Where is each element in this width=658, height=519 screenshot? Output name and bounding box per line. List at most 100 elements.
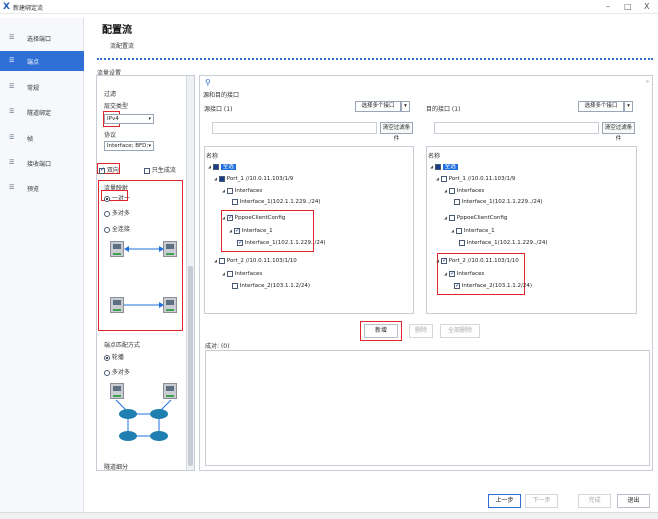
add-button[interactable]: 新增 [364,324,398,338]
divider [97,58,653,60]
checkbox-icon [219,257,225,264]
checkbox-checked-icon [227,213,233,222]
l3-type-select[interactable]: IPv4 ▾ [104,114,154,124]
device-icon [163,383,177,399]
chevron-down-icon: ▾ [627,103,630,109]
radio-icon [104,226,110,233]
checkbox-icon [232,198,238,205]
minimize-button[interactable]: – [606,2,610,11]
prev-button[interactable]: 上一步 [488,494,521,508]
sidebar-item-select-port[interactable]: ☰ 选择端口 [0,28,84,48]
pairs-count: (0) [220,343,230,350]
collapse-icon[interactable]: » [646,79,649,85]
endpoint-many-to-many-radio[interactable]: 多对多 [104,367,130,376]
next-button[interactable]: 下一步 [525,494,558,508]
menu-icon: ☰ [9,108,15,115]
network-icon: ⚲ [205,78,211,87]
mapping-full-mesh-radio[interactable]: 全连接 [104,224,130,233]
endpoint-match-title: 端点匹配方式 [104,342,141,349]
checkbox-checked-icon [234,226,240,235]
only-generate-checkbox[interactable]: 只生成流 [144,165,176,174]
checkbox-checked-icon [449,269,455,278]
finish-button[interactable]: 完成 [578,494,611,508]
dest-filter-input[interactable] [434,122,599,134]
dest-multi-select-button[interactable]: 选择多个接口 [578,101,624,112]
source-tree-interfaces[interactable]: ◢ Interfaces [222,186,262,195]
menu-icon: ☰ [9,83,15,90]
sidebar-item-preview[interactable]: ☰ 预览 [0,178,84,198]
dest-tree-pppoe-interface1-addr[interactable]: Interface_1(102.1.1.229../24) [459,239,548,248]
source-tree-pppoe[interactable]: ◢ PppoeClientConfig [222,213,285,222]
source-select-all[interactable]: ◢ 全选 [208,162,236,171]
dest-clear-filter-button[interactable]: 清空过滤条件 [602,122,635,142]
chevron-down-icon: ▾ [148,143,151,149]
mapping-many-to-many-radio[interactable]: 多对多 [104,208,130,217]
title-bar [0,0,658,14]
chevron-down-icon: ▾ [148,116,151,122]
l3-type-label: 层交类型 [104,103,129,110]
protocol-select[interactable]: Interface; BFD; ▾ [104,141,154,151]
source-multi-select-button[interactable]: 选择多个接口 [355,101,401,112]
source-interfaces-label: 源接口 (1) [204,106,233,113]
exit-button[interactable]: 退出 [617,494,650,508]
dest-tree-interface1[interactable]: Interface_1(102.1.1.229../24) [454,198,543,207]
checkbox-icon [227,270,233,277]
sidebar-item-rx-port[interactable]: ☰ 接收端口 [0,153,84,173]
chevron-down-icon: ▾ [404,103,407,109]
mapping-one-to-one-radio[interactable]: 一对一 [104,193,130,202]
left-panel-scrollbar[interactable] [186,76,194,470]
source-tree-port2-interfaces[interactable]: ◢ Interfaces [222,269,262,278]
checkbox-icon [232,282,238,289]
endpoint-roundrobin-radio[interactable]: 轮播 [104,352,124,361]
dest-tree-port2[interactable]: ◢ Port_2 //10.0.11.103/1/10 [436,256,519,265]
filter-title: 过滤 [104,91,117,98]
source-tree-interface2[interactable]: Interface_2(103.1.1.2/24) [232,282,310,291]
dest-tree-port1[interactable]: ◢ Port_1 //10.0.11.103/1/9 [436,174,515,183]
bidirectional-checkbox[interactable]: 双向 [99,165,119,174]
source-tree-port2[interactable]: ◢ Port_2 //10.0.11.103/1/10 [214,256,297,265]
sidebar-item-endpoint[interactable]: ☰ 端点 [0,51,84,71]
checkbox-icon [441,175,447,182]
checkbox-checked-icon [237,238,243,247]
source-tree-interface1[interactable]: Interface_1(102.1.1.229../24) [232,198,321,207]
maximize-button[interactable]: □ [624,2,632,11]
dest-tree-port2-interfaces[interactable]: ◢ Interfaces [444,269,484,278]
tunnel-split-label: 隧道细分 [104,464,129,471]
app-logo-icon: X [3,2,10,12]
checkbox-partial-icon [435,163,441,170]
source-multi-dropdown[interactable]: ▾ [401,101,410,112]
source-tree-port1[interactable]: ◢ Port_1 //10.0.11.103/1/9 [214,174,293,183]
dest-tree-pppoe[interactable]: ◢ PppoeClientConfig [444,213,507,222]
source-column-name: 名称 [206,153,219,160]
scrollbar-thumb[interactable] [188,266,193,466]
close-button[interactable]: X [644,2,649,11]
dest-multi-dropdown[interactable]: ▾ [624,101,633,112]
dest-tree-pppoe-interface1[interactable]: ◢ Interface_1 [451,226,495,235]
bidirectional-arrow-icon [124,246,164,252]
source-tree-pppoe-interface1-addr[interactable]: Interface_1(102.1.1.229../24) [237,238,326,248]
source-tree-pppoe-interface1[interactable]: ◢ Interface_1 [229,226,273,235]
delete-button[interactable]: 删除 [409,324,433,338]
source-filter-input[interactable] [212,122,377,134]
protocol-label: 协议 [104,132,117,139]
router-topology-icon [115,399,172,441]
radio-icon [104,369,110,376]
dest-tree-interface2[interactable]: Interface_2(103.1.1.2/24) [454,281,532,291]
sidebar-item-tunnel[interactable]: ☰ 隧道绑定 [0,102,84,122]
dest-tree-interfaces[interactable]: ◢ Interfaces [444,186,484,195]
delete-all-button[interactable]: 全部删除 [440,324,480,338]
sidebar-item-general[interactable]: ☰ 常规 [0,77,84,97]
status-bar [0,512,658,519]
checkbox-icon [449,214,455,221]
radio-selected-icon [104,195,110,202]
source-clear-filter-button[interactable]: 清空过滤条件 [380,122,413,142]
checkbox-icon [227,187,233,194]
checkbox-icon [454,198,460,205]
checkbox-checked-icon [441,256,447,265]
device-icon [110,383,124,399]
checkbox-checked-icon [454,281,460,290]
sidebar-item-frame[interactable]: ☰ 帧 [0,128,84,148]
checkbox-icon [456,227,462,234]
dest-select-all[interactable]: ◢ 全选 [430,162,458,171]
checkbox-checked-icon [99,166,105,174]
